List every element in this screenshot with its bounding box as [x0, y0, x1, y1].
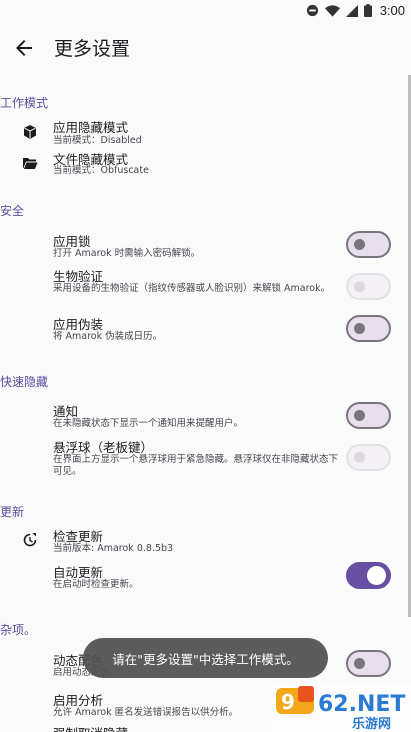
setting-check-update[interactable]: 检查更新 当前版本: Amarok 0.8.5b3: [0, 526, 411, 560]
setting-subtitle: 当前模式：Disabled: [53, 135, 142, 146]
switch-knob: [367, 566, 386, 585]
setting-subtitle: 在未隐藏状态下显示一个通知用来提醒用户。: [53, 418, 244, 429]
section-header-quick-hide: 快速隐藏: [0, 375, 49, 389]
svg-text:62.NET: 62.NET: [318, 692, 405, 717]
setting-title: 应用隐藏模式: [53, 120, 129, 135]
signal-icon: [345, 4, 358, 17]
cube-icon: [24, 125, 36, 139]
setting-subtitle: 采用设备的生物验证（指纹传感器或人脸识别）来解锁 Amarok。: [53, 283, 331, 294]
setting-subtitle: 将 Amarok 伪装成日历。: [53, 331, 163, 342]
app-lock-switch[interactable]: [346, 231, 391, 258]
switch-knob: [354, 323, 365, 334]
setting-subtitle: 当前模式：Obfuscate: [53, 165, 149, 176]
setting-notification[interactable]: 通知 在未隐藏状态下显示一个通知用来提醒用户。: [0, 400, 411, 434]
switch-knob: [354, 410, 365, 421]
notification-switch[interactable]: [346, 402, 391, 429]
back-arrow-icon[interactable]: [12, 36, 36, 60]
svg-text:9: 9: [281, 690, 295, 714]
section-header-update: 更新: [0, 505, 25, 519]
setting-biometric[interactable]: 生物验证 采用设备的生物验证（指纹传感器或人脸识别）来解锁 Amarok。: [0, 265, 411, 309]
watermark-logo: 9 62.NET 乐游网: [272, 682, 411, 732]
wifi-icon: [324, 4, 340, 17]
floating-ball-switch[interactable]: [346, 444, 391, 471]
switch-knob: [354, 281, 365, 292]
setting-title: 强制取消隐藏: [53, 723, 128, 732]
switch-knob: [354, 452, 365, 463]
setting-app-hide-mode[interactable]: 应用隐藏模式 当前模式：Disabled: [0, 116, 411, 150]
setting-subtitle: 在界面上方显示一个悬浮球用于紧急隐藏。悬浮球仅在非隐藏状态下可见。: [53, 454, 339, 477]
biometric-switch[interactable]: [346, 273, 391, 300]
switch-knob: [354, 658, 365, 669]
section-header-security: 安全: [0, 204, 25, 218]
setting-subtitle: 在启动时检查更新。: [53, 579, 139, 590]
setting-app-lock[interactable]: 应用锁 打开 Amarok 时需输入密码解锁。: [0, 230, 411, 264]
setting-app-disguise[interactable]: 应用伪装 将 Amarok 伪装成日历。: [0, 313, 411, 347]
auto-update-switch[interactable]: [346, 562, 391, 589]
app-bar: 更多设置: [0, 24, 411, 72]
battery-icon: [363, 4, 372, 17]
app-window: 3:00 更多设置 工作模式 应用隐藏模式 当前模式：Disabled 文件隐藏…: [0, 0, 411, 732]
section-header-misc: 杂项。: [0, 623, 37, 637]
setting-subtitle: 打开 Amarok 时需输入密码解锁。: [53, 248, 201, 259]
status-bar: 3:00: [0, 0, 411, 24]
status-time: 3:00: [379, 3, 405, 18]
section-header-work-mode: 工作模式: [0, 96, 49, 110]
app-disguise-switch[interactable]: [346, 315, 391, 342]
dynamic-color-switch[interactable]: [346, 650, 391, 677]
setting-auto-update[interactable]: 自动更新 在启动时检查更新。: [0, 562, 411, 596]
setting-floating-ball[interactable]: 悬浮球（老板键） 在界面上方显示一个悬浮球用于紧急隐藏。悬浮球仅在非隐藏状态下可…: [0, 436, 411, 482]
do-not-disturb-icon: [306, 4, 318, 17]
toast-message: 请在"更多设置"中选择工作模式。: [83, 638, 328, 678]
folder-open-icon: [23, 158, 38, 169]
switch-knob: [354, 239, 365, 250]
update-icon: [23, 533, 37, 547]
svg-text:乐游网: 乐游网: [352, 716, 391, 732]
setting-file-hide-mode[interactable]: 文件隐藏模式 当前模式：Obfuscate: [0, 148, 411, 182]
setting-subtitle: 当前版本: Amarok 0.8.5b3: [53, 543, 174, 554]
page-title: 更多设置: [54, 38, 131, 60]
